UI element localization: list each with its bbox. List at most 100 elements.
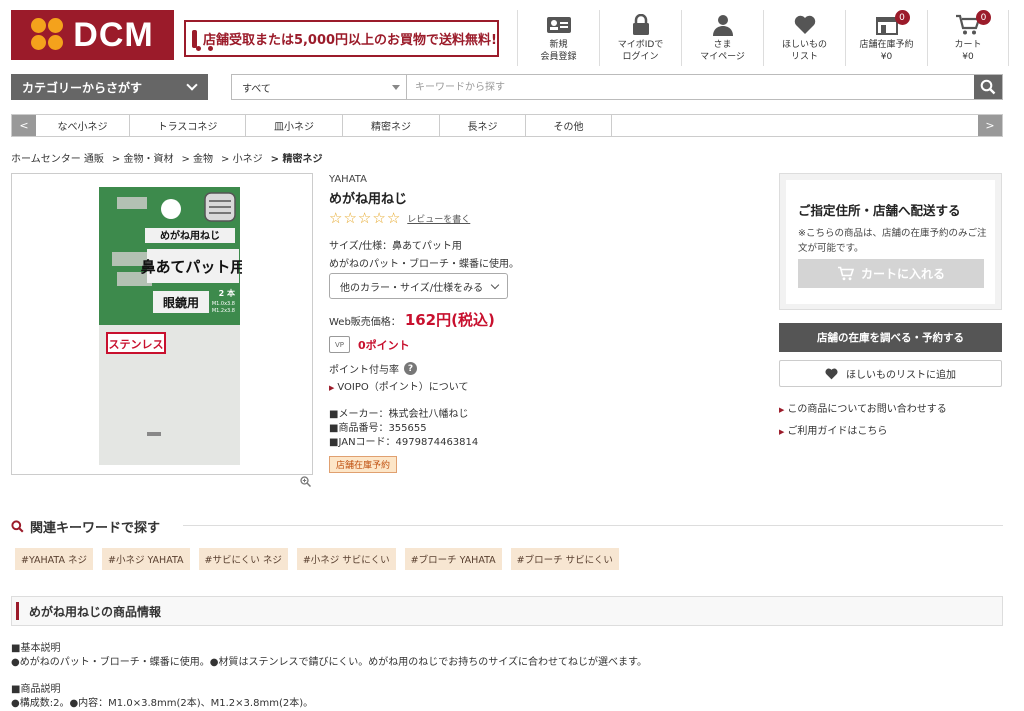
subnav-item[interactable]: 精密ネジ	[343, 115, 440, 136]
add-to-cart-button[interactable]: カートに入れる	[798, 259, 984, 288]
logo-text: DCM	[73, 15, 154, 54]
star-empty-icon: ☆	[386, 209, 401, 227]
delivery-panel: ご指定住所・店舗へ配送する ※こちらの商品は、店舗の在庫予約のみご注文が可能です…	[779, 173, 1002, 310]
subnav-next-button[interactable]: >	[978, 115, 1002, 136]
help-icon[interactable]: ?	[404, 362, 417, 375]
delivery-note: ※こちらの商品は、店舗の在庫予約のみご注文が可能です。	[798, 228, 987, 254]
store-reserve-badge-label: 店舗在庫予約	[329, 456, 398, 473]
point-rate-label: ポイント付与率	[329, 365, 399, 376]
product-info-heading: めがね用ねじの商品情報	[11, 596, 1003, 626]
member-card-icon	[546, 13, 572, 37]
product-title: めがね用ねじ	[329, 192, 408, 207]
subnav-item[interactable]: その他	[526, 115, 612, 136]
related-keywords-title: 関連キーワードで探す	[30, 521, 161, 536]
header-nav: 新規 会員登録 マイボIDで ログイン さま マイページ ほしいもの リスト 0	[517, 10, 1009, 66]
category-search-label: カテゴリーからさがす	[22, 80, 143, 95]
package-label-sub: 眼鏡用	[163, 295, 199, 310]
star-empty-icon: ☆	[329, 209, 343, 227]
logo-dots-icon	[31, 18, 65, 52]
keyword-tag[interactable]: #小ネジ YAHATA	[102, 548, 190, 570]
price-label: Web販売価格：	[329, 317, 401, 328]
lock-icon	[628, 13, 654, 37]
product-package-image: めがね用ねじ 鼻あてパット用 眼鏡用 2 本 M1.0x3.8 M1.2x3.8…	[99, 187, 242, 465]
keyword-tags: #YAHATA ネジ #小ネジ YAHATA #サビにくい ネジ #小ネジ サビ…	[15, 548, 619, 570]
heart-icon	[825, 368, 838, 379]
category-search-button[interactable]: カテゴリーからさがす	[11, 74, 208, 100]
nav-store-reserve[interactable]: 0 店舗在庫予約 ¥0	[845, 10, 927, 66]
keyword-tag[interactable]: #ブローチ サビにくい	[510, 548, 619, 570]
subcategory-nav: < なべ小ネジ トラスコネジ 皿小ネジ 精密ネジ 長ネジ その他 >	[11, 114, 1003, 137]
package-size-2: M1.2x3.8	[212, 308, 235, 314]
nav-cart[interactable]: 0 カート ¥0	[927, 10, 1009, 66]
breadcrumb-item[interactable]: ホームセンター 通販	[11, 150, 104, 165]
variant-select-button[interactable]: 他のカラー・サイズ/仕様をみる	[329, 273, 508, 299]
add-to-wishlist-label: ほしいものリストに追加	[846, 370, 956, 381]
basic-description-text: ●めがねのパット・ブローチ・蝶番に使用。●材質はステンレスで錆びにくい。めがね用…	[11, 657, 647, 668]
keyword-tag[interactable]: #サビにくい ネジ	[198, 548, 288, 570]
free-shipping-banner[interactable]: 店舗受取または5,000円以上のお買物で送料無料!	[184, 20, 499, 57]
nav-wishlist[interactable]: ほしいもの リスト	[763, 10, 845, 66]
product-brand[interactable]: YAHATA	[329, 174, 367, 185]
keyword-tag[interactable]: #YAHATA ネジ	[15, 548, 94, 570]
nav-register-label: 新規 会員登録	[540, 40, 577, 62]
add-to-wishlist-button[interactable]: ほしいものリストに追加	[779, 360, 1002, 387]
site-header: DCM 店舗受取または5,000円以上のお買物で送料無料! 新規 会員登録 マイ…	[0, 0, 1024, 70]
subnav-item[interactable]: トラスコネジ	[130, 115, 246, 136]
point-rate-row: ポイント付与率 ?	[329, 361, 417, 376]
points-row: VP 0ポイント	[329, 336, 410, 353]
nav-wishlist-label: ほしいもの リスト	[781, 40, 827, 62]
delivery-panel-inner: ご指定住所・店舗へ配送する ※こちらの商品は、店舗の在庫予約のみご注文が可能です…	[786, 180, 995, 304]
truck-icon	[192, 29, 201, 51]
keyword-tag[interactable]: #小ネジ サビにくい	[296, 548, 396, 570]
rating-stars: ☆ ☆ ☆ ☆ ☆ レビューを書く	[329, 211, 470, 226]
search-input[interactable]	[407, 75, 974, 99]
check-store-stock-button[interactable]: 店舗の在庫を調べる・予約する	[779, 323, 1002, 352]
nav-store-reserve-label: 店舗在庫予約 ¥0	[859, 40, 914, 62]
delivery-title: ご指定住所・店舗へ配送する	[798, 203, 961, 218]
search-scope-value: すべて	[242, 83, 271, 95]
store-icon: 0	[874, 10, 910, 37]
nav-mypage[interactable]: さま マイページ	[681, 10, 763, 66]
package-count: 2 本	[219, 288, 235, 298]
add-to-cart-label: カートに入れる	[860, 267, 945, 281]
usage-guide-link[interactable]: ご利用ガイドはこちら	[779, 422, 887, 437]
nav-mypage-label: さま マイページ	[700, 40, 745, 62]
breadcrumb-item[interactable]: > 金物・資材	[112, 150, 174, 165]
subnav-item[interactable]: 長ネジ	[440, 115, 526, 136]
price-value: 162円(税込)	[404, 311, 495, 329]
subnav-item[interactable]: 皿小ネジ	[246, 115, 343, 136]
nav-login-label: マイボIDで ログイン	[617, 40, 664, 62]
subnav-prev-button[interactable]: <	[12, 115, 36, 136]
search-scope-select[interactable]: すべて	[232, 75, 407, 99]
chevron-left-icon: <	[19, 119, 29, 132]
breadcrumb-item[interactable]: > 小ネジ	[221, 150, 263, 165]
basic-description-heading: ■基本説明	[11, 643, 61, 654]
user-icon	[710, 13, 736, 37]
heading-accent	[16, 602, 19, 620]
product-description-text: ●構成数:2。●内容：M1.0×3.8mm(2本)、M1.2×3.8mm(2本)…	[11, 698, 314, 709]
nav-login[interactable]: マイボIDで ログイン	[599, 10, 681, 66]
nav-register[interactable]: 新規 会員登録	[517, 10, 599, 66]
package-size-1: M1.0x3.8	[212, 301, 235, 307]
voipo-link[interactable]: VOIPO（ポイント）について	[329, 378, 468, 393]
search-button[interactable]	[974, 75, 1002, 99]
cart-badge: 0	[976, 10, 991, 25]
chevron-down-icon	[490, 280, 500, 290]
subnav-item[interactable]: なべ小ネジ	[36, 115, 130, 136]
package-label-top: めがね用ねじ	[160, 229, 220, 242]
cart-icon: 0	[955, 10, 991, 37]
promo-text: 店舗受取または5,000円以上のお買物で送料無料!	[202, 33, 497, 48]
breadcrumb-current: > 精密ネジ	[270, 154, 323, 165]
points-value: 0ポイント	[358, 338, 410, 352]
product-inquiry-link[interactable]: この商品についてお問い合わせする	[779, 400, 946, 415]
package-label-main: 鼻あてパット用	[141, 258, 242, 276]
search-bar: すべて	[231, 74, 1003, 100]
breadcrumb-item[interactable]: > 金物	[181, 150, 213, 165]
product-maker: ■メーカー：株式会社八幡ねじ	[329, 409, 469, 420]
zoom-icon[interactable]	[300, 476, 312, 490]
keyword-tag[interactable]: #ブローチ YAHATA	[404, 548, 502, 570]
product-description-heading: ■商品説明	[11, 684, 61, 695]
write-review-link[interactable]: レビューを書く	[407, 212, 470, 225]
search-icon	[980, 79, 996, 95]
dcm-logo[interactable]: DCM	[11, 10, 174, 60]
